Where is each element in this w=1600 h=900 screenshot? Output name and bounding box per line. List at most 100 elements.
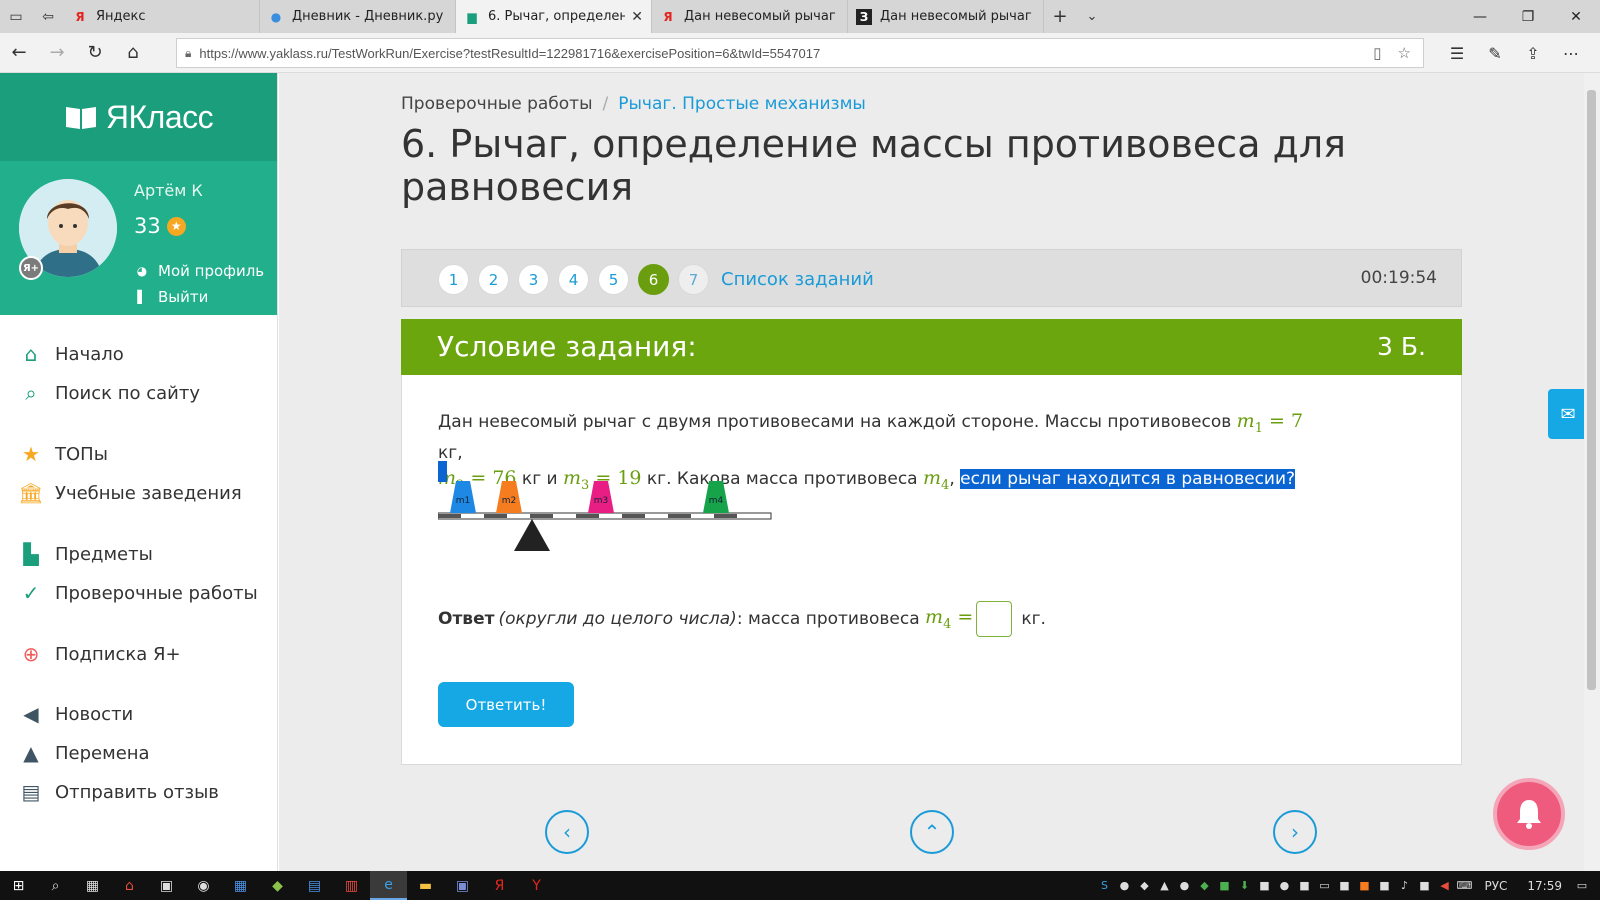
new-tab-icon[interactable]: +	[1044, 0, 1076, 33]
sidebar-item-break[interactable]: ▲ Перемена	[18, 738, 150, 768]
close-tab-icon[interactable]: ✕	[631, 9, 643, 25]
keyboard-icon[interactable]: ⌨	[1454, 879, 1474, 892]
tray-icon[interactable]: ◆	[1194, 879, 1214, 892]
task-number-5[interactable]: 5	[598, 264, 629, 295]
tray-icon[interactable]: ■	[1354, 879, 1374, 892]
star-points-icon: ★	[166, 216, 186, 236]
app-icon[interactable]: ▣	[444, 871, 481, 900]
brand-logo[interactable]: ЯКласс	[0, 73, 277, 161]
my-profile-link[interactable]: ◕ Мой профиль	[134, 262, 264, 280]
mail-icon[interactable]: ✉	[1548, 389, 1588, 439]
sidebar-item-label: Перемена	[55, 742, 150, 764]
tray-icon[interactable]: ■	[1414, 879, 1434, 892]
task-number-3[interactable]: 3	[518, 264, 549, 295]
browser-tab[interactable]: Я Яндекс	[64, 0, 260, 33]
restore-icon[interactable]: ❐	[1504, 0, 1552, 33]
task-list-link[interactable]: Список заданий	[721, 269, 874, 290]
sidebar-item-tops[interactable]: ★ ТОПы	[18, 439, 108, 469]
logout-link[interactable]: ▌ Выйти	[134, 288, 208, 306]
close-window-icon[interactable]: ✕	[1552, 0, 1600, 33]
points-value: 33	[134, 214, 161, 238]
sidebar-item-subscription[interactable]: ⊕ Подписка Я+	[18, 639, 181, 669]
back-arrow-icon[interactable]: ←	[0, 33, 38, 73]
refresh-icon[interactable]: ↻	[76, 33, 114, 73]
browser-tab-active[interactable]: ▆ 6. Рычаг, определение ✕	[456, 0, 652, 33]
yandex-icon: Я	[663, 9, 673, 24]
search-icon[interactable]: ⌕	[37, 871, 74, 900]
breadcrumb-root[interactable]: Проверочные работы	[401, 94, 593, 114]
clock[interactable]: 17:59	[1527, 879, 1562, 893]
task-body: Дан невесомый рычаг с двумя противовесам…	[401, 375, 1462, 765]
sidebar-item-home[interactable]: ⌂ Начало	[18, 339, 124, 369]
tray-icon[interactable]: ●	[1274, 879, 1294, 892]
favorite-star-icon[interactable]: ☆	[1398, 44, 1411, 62]
language-indicator[interactable]: РУС	[1484, 879, 1507, 893]
tab-list-chevron-icon[interactable]: ⌄	[1076, 0, 1108, 33]
notification-bell-icon[interactable]	[1493, 778, 1565, 850]
minimize-icon[interactable]: —	[1456, 0, 1504, 33]
calendar-icon[interactable]: ▦	[222, 871, 259, 900]
tab-manager-icon[interactable]: ▭	[0, 0, 32, 33]
submit-button[interactable]: Ответить!	[438, 682, 574, 727]
tray-icon[interactable]: ●	[1174, 879, 1194, 892]
windows-start-icon[interactable]: ⊞	[0, 871, 37, 900]
tray-icon[interactable]: ■	[1374, 879, 1394, 892]
home-icon[interactable]: ⌂	[114, 33, 152, 73]
tray-icon[interactable]: ■	[1214, 879, 1234, 892]
media-icon[interactable]: ◉	[185, 871, 222, 900]
reading-view-icon[interactable]: ▯	[1373, 44, 1381, 62]
download-icon[interactable]: ⬇	[1234, 879, 1254, 892]
task-number-1[interactable]: 1	[438, 264, 469, 295]
scrollbar-thumb[interactable]	[1587, 90, 1596, 690]
set-aside-tabs-icon[interactable]: ⇦	[32, 0, 64, 33]
address-bar[interactable]: 🔒︎ https://www.yaklass.ru/TestWorkRun/Ex…	[176, 38, 1424, 68]
task-number-4[interactable]: 4	[558, 264, 589, 295]
scroll-up-icon[interactable]: ⌃	[910, 810, 954, 854]
answer-input[interactable]	[976, 601, 1013, 637]
action-center-icon[interactable]: ▭	[1572, 879, 1592, 892]
sidebar-item-search[interactable]: ⌕ Поиск по сайту	[18, 378, 200, 408]
sidebar-item-schools[interactable]: 🏛︎ Учебные заведения	[18, 478, 241, 508]
edge-browser-icon[interactable]: e	[370, 871, 407, 900]
tray-icon[interactable]: ●	[1114, 879, 1134, 892]
yandex-icon[interactable]: Я	[481, 871, 518, 900]
favorites-hub-icon[interactable]: ☰	[1438, 33, 1476, 73]
browser-tab[interactable]: ● Дневник - Дневник.ру	[260, 0, 456, 33]
prev-task-icon[interactable]: ‹	[545, 810, 589, 854]
task-view-icon[interactable]: ▦	[74, 871, 111, 900]
forward-arrow-icon[interactable]: →	[38, 33, 76, 73]
app-icon[interactable]: ◆	[259, 871, 296, 900]
sidebar-item-feedback[interactable]: ▤ Отправить отзыв	[18, 777, 219, 807]
sidebar-item-tests[interactable]: ✓ Проверочные работы	[18, 578, 258, 608]
user-name[interactable]: Артём К	[134, 181, 203, 200]
share-icon[interactable]: ⇪	[1514, 33, 1552, 73]
tray-icon[interactable]: ◆	[1134, 879, 1154, 892]
skype-icon[interactable]: S	[1094, 879, 1114, 892]
web-note-icon[interactable]: ✎	[1476, 33, 1514, 73]
tray-icon[interactable]: ■	[1334, 879, 1354, 892]
tray-icon[interactable]: ■	[1254, 879, 1274, 892]
browser-tab[interactable]: З Дан невесомый рычаг с дв	[848, 0, 1044, 33]
next-task-icon[interactable]: ›	[1273, 810, 1317, 854]
breadcrumb-current[interactable]: Рычаг. Простые механизмы	[618, 94, 866, 114]
sidebar-item-subjects[interactable]: ▙ Предметы	[18, 539, 153, 569]
store-icon[interactable]: ▣	[148, 871, 185, 900]
folder-icon[interactable]: ▬	[407, 871, 444, 900]
task-number-2[interactable]: 2	[478, 264, 509, 295]
more-icon[interactable]: ⋯	[1552, 33, 1590, 73]
lock-icon: 🔒︎	[185, 45, 192, 60]
browser-tab[interactable]: Я Дан невесомый рычаг с дв	[652, 0, 848, 33]
tray-icon[interactable]: ▲	[1154, 879, 1174, 892]
task-number-6-active[interactable]: 6	[638, 264, 669, 295]
app-icon[interactable]: ▥	[333, 871, 370, 900]
app-icon[interactable]: ▤	[296, 871, 333, 900]
app-icon[interactable]: ⌂	[111, 871, 148, 900]
tray-icon[interactable]: ◀	[1434, 879, 1454, 892]
answer-text: : масса противовеса	[736, 609, 920, 629]
task-number-7[interactable]: 7	[678, 264, 709, 295]
volume-icon[interactable]: ♪	[1394, 879, 1414, 892]
tray-icon[interactable]: ■	[1294, 879, 1314, 892]
yandex-browser-icon[interactable]: Y	[518, 871, 555, 900]
network-icon[interactable]: ▭	[1314, 879, 1334, 892]
sidebar-item-news[interactable]: ◀ Новости	[18, 699, 133, 729]
